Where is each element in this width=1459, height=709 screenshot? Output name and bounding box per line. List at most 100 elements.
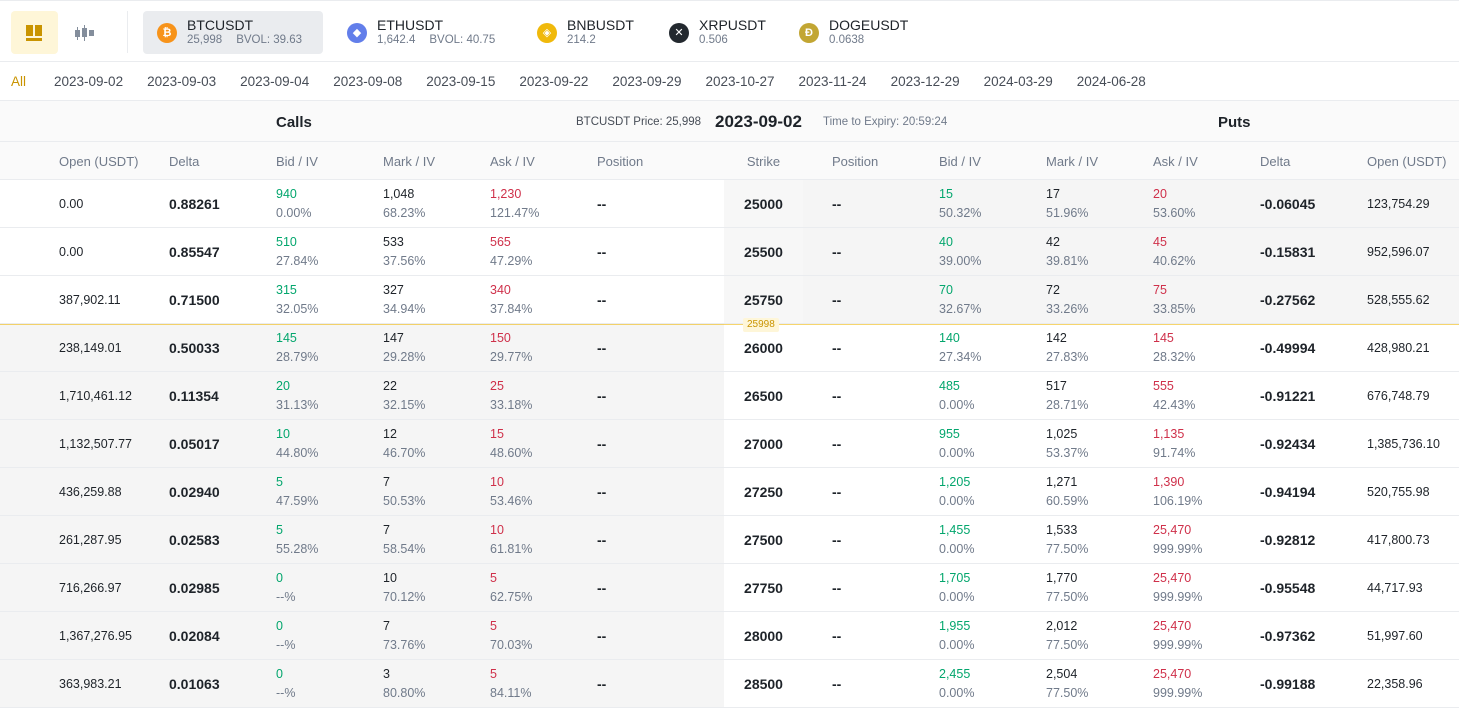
tab-date-2023-09-29[interactable]: 2023-09-29 <box>612 74 681 89</box>
call-put-call-bid[interactable]: 0--% <box>276 665 295 703</box>
call-put-call-bid[interactable]: 51027.84% <box>276 233 318 271</box>
tab-date-2023-11-24[interactable]: 2023-11-24 <box>799 74 867 89</box>
call-put-put-bid[interactable]: 1,4550.00% <box>939 521 974 559</box>
tab-date-2024-06-28[interactable]: 2024-06-28 <box>1077 74 1146 89</box>
col-put-open: Open (USDT) <box>1367 154 1446 169</box>
call-put-call-ask[interactable]: 1,230121.47% <box>490 185 539 223</box>
call-put-put-mark[interactable]: 1,53377.50% <box>1046 521 1088 559</box>
call-put-put-bid[interactable]: 4039.00% <box>939 233 981 271</box>
call-put-put-mark[interactable]: 1,27160.59% <box>1046 473 1088 511</box>
call-put-call-ask[interactable]: 1061.81% <box>490 521 532 559</box>
call-put-call-bid[interactable]: 555.28% <box>276 521 318 559</box>
call-put-put-bid[interactable]: 14027.34% <box>939 329 981 367</box>
call-put-call-bid[interactable]: 9400.00% <box>276 185 311 223</box>
call-put-call-mark[interactable]: 758.54% <box>383 521 425 559</box>
call-put-put-ask[interactable]: 25,470999.99% <box>1153 665 1202 703</box>
call-put-call-ask[interactable]: 562.75% <box>490 569 532 607</box>
call-put-call-mark[interactable]: 53337.56% <box>383 233 425 271</box>
tab-all-dates[interactable]: All <box>11 74 26 89</box>
call-bid-iv: 44.80% <box>276 444 318 463</box>
chart-view-button[interactable] <box>60 11 107 54</box>
tab-date-2023-12-29[interactable]: 2023-12-29 <box>891 74 960 89</box>
call-ask-price: 565 <box>490 233 532 252</box>
call-put-put-mark[interactable]: 14227.83% <box>1046 329 1088 367</box>
call-put-put-ask[interactable]: 2053.60% <box>1153 185 1195 223</box>
call-open-interest: 0.00 <box>59 243 83 262</box>
call-put-call-ask[interactable]: 584.11% <box>490 665 531 703</box>
call-put-put-mark[interactable]: 1,77077.50% <box>1046 569 1088 607</box>
call-put-call-ask[interactable]: 570.03% <box>490 617 532 655</box>
asset-xrpusdt[interactable]: ✕XRPUSDT0.506 <box>655 11 782 54</box>
call-put-put-ask[interactable]: 1,390106.19% <box>1153 473 1202 511</box>
call-bid-iv: --% <box>276 588 295 607</box>
tab-date-2024-03-29[interactable]: 2024-03-29 <box>984 74 1053 89</box>
tab-date-2023-09-15[interactable]: 2023-09-15 <box>426 74 495 89</box>
call-put-put-ask[interactable]: 7533.85% <box>1153 281 1195 319</box>
tab-date-2023-09-22[interactable]: 2023-09-22 <box>519 74 588 89</box>
call-put-put-ask[interactable]: 14528.32% <box>1153 329 1195 367</box>
call-put-call-mark[interactable]: 1070.12% <box>383 569 425 607</box>
call-mark-price: 22 <box>383 377 425 396</box>
call-put-call-ask[interactable]: 56547.29% <box>490 233 532 271</box>
call-put-put-ask[interactable]: 25,470999.99% <box>1153 521 1202 559</box>
call-put-put-mark[interactable]: 7233.26% <box>1046 281 1088 319</box>
option-row: 0.000.882619400.00%1,04868.23%1,230121.4… <box>0 180 1459 228</box>
call-put-put-bid[interactable]: 1,7050.00% <box>939 569 974 607</box>
call-put-call-bid[interactable]: 0--% <box>276 569 295 607</box>
tab-date-2023-09-04[interactable]: 2023-09-04 <box>240 74 309 89</box>
call-put-put-bid[interactable]: 1,9550.00% <box>939 617 974 655</box>
call-put-call-ask[interactable]: 15029.77% <box>490 329 532 367</box>
call-put-call-bid[interactable]: 2031.13% <box>276 377 318 415</box>
call-put-call-mark[interactable]: 14729.28% <box>383 329 425 367</box>
t-quote-view-button[interactable] <box>11 11 58 54</box>
call-ask-iv: 53.46% <box>490 492 532 511</box>
call-put-call-bid[interactable]: 547.59% <box>276 473 318 511</box>
call-put-put-ask[interactable]: 1,13591.74% <box>1153 425 1195 463</box>
call-put-call-mark[interactable]: 32734.94% <box>383 281 425 319</box>
call-put-put-ask[interactable]: 55542.43% <box>1153 377 1195 415</box>
call-put-put-mark[interactable]: 1751.96% <box>1046 185 1088 223</box>
call-bid-price: 145 <box>276 329 318 348</box>
call-put-call-bid[interactable]: 1044.80% <box>276 425 318 463</box>
call-put-call-bid[interactable]: 31532.05% <box>276 281 318 319</box>
call-put-call-ask[interactable]: 1548.60% <box>490 425 532 463</box>
call-open-interest: 436,259.88 <box>59 483 122 502</box>
tab-date-2023-09-03[interactable]: 2023-09-03 <box>147 74 216 89</box>
tab-date-2023-09-02[interactable]: 2023-09-02 <box>54 74 123 89</box>
call-put-put-mark[interactable]: 2,50477.50% <box>1046 665 1088 703</box>
asset-stats: 1,642.4BVOL: 40.75 <box>377 33 495 48</box>
put-mark-price: 2,504 <box>1046 665 1088 684</box>
asset-ethusdt[interactable]: ◆ETHUSDT1,642.4BVOL: 40.75 <box>333 11 511 54</box>
call-put-put-bid[interactable]: 4850.00% <box>939 377 974 415</box>
call-put-put-mark[interactable]: 51728.71% <box>1046 377 1088 415</box>
call-put-put-bid[interactable]: 1,2050.00% <box>939 473 974 511</box>
call-put-call-mark[interactable]: 380.80% <box>383 665 425 703</box>
call-put-call-mark[interactable]: 750.53% <box>383 473 425 511</box>
call-put-call-ask[interactable]: 1053.46% <box>490 473 532 511</box>
call-put-put-bid[interactable]: 9550.00% <box>939 425 974 463</box>
call-put-call-mark[interactable]: 773.76% <box>383 617 425 655</box>
call-put-put-bid[interactable]: 7032.67% <box>939 281 981 319</box>
call-put-call-mark[interactable]: 1246.70% <box>383 425 425 463</box>
call-put-call-ask[interactable]: 34037.84% <box>490 281 532 319</box>
call-put-put-ask[interactable]: 25,470999.99% <box>1153 569 1202 607</box>
call-put-call-ask[interactable]: 2533.18% <box>490 377 532 415</box>
call-put-put-ask[interactable]: 25,470999.99% <box>1153 617 1202 655</box>
asset-dogeusdt[interactable]: ÐDOGEUSDT0.0638 <box>785 11 924 54</box>
call-put-put-bid[interactable]: 1550.32% <box>939 185 981 223</box>
asset-bnbusdt[interactable]: ◈BNBUSDT214.2 <box>523 11 650 54</box>
call-put-put-ask[interactable]: 4540.62% <box>1153 233 1195 271</box>
call-put-put-mark[interactable]: 4239.81% <box>1046 233 1088 271</box>
call-put-call-mark[interactable]: 2232.15% <box>383 377 425 415</box>
asset-btcusdt[interactable]: ₿BTCUSDT25,998BVOL: 39.63 <box>143 11 323 54</box>
call-put-put-mark[interactable]: 1,02553.37% <box>1046 425 1088 463</box>
call-put-call-bid[interactable]: 0--% <box>276 617 295 655</box>
tab-date-2023-09-08[interactable]: 2023-09-08 <box>333 74 402 89</box>
call-put-put-bid[interactable]: 2,4550.00% <box>939 665 974 703</box>
tab-date-2023-10-27[interactable]: 2023-10-27 <box>705 74 774 89</box>
call-position: -- <box>597 339 606 358</box>
call-put-call-mark[interactable]: 1,04868.23% <box>383 185 425 223</box>
call-put-put-mark[interactable]: 2,01277.50% <box>1046 617 1088 655</box>
strike-price: 27000 <box>724 435 803 454</box>
call-put-call-bid[interactable]: 14528.79% <box>276 329 318 367</box>
